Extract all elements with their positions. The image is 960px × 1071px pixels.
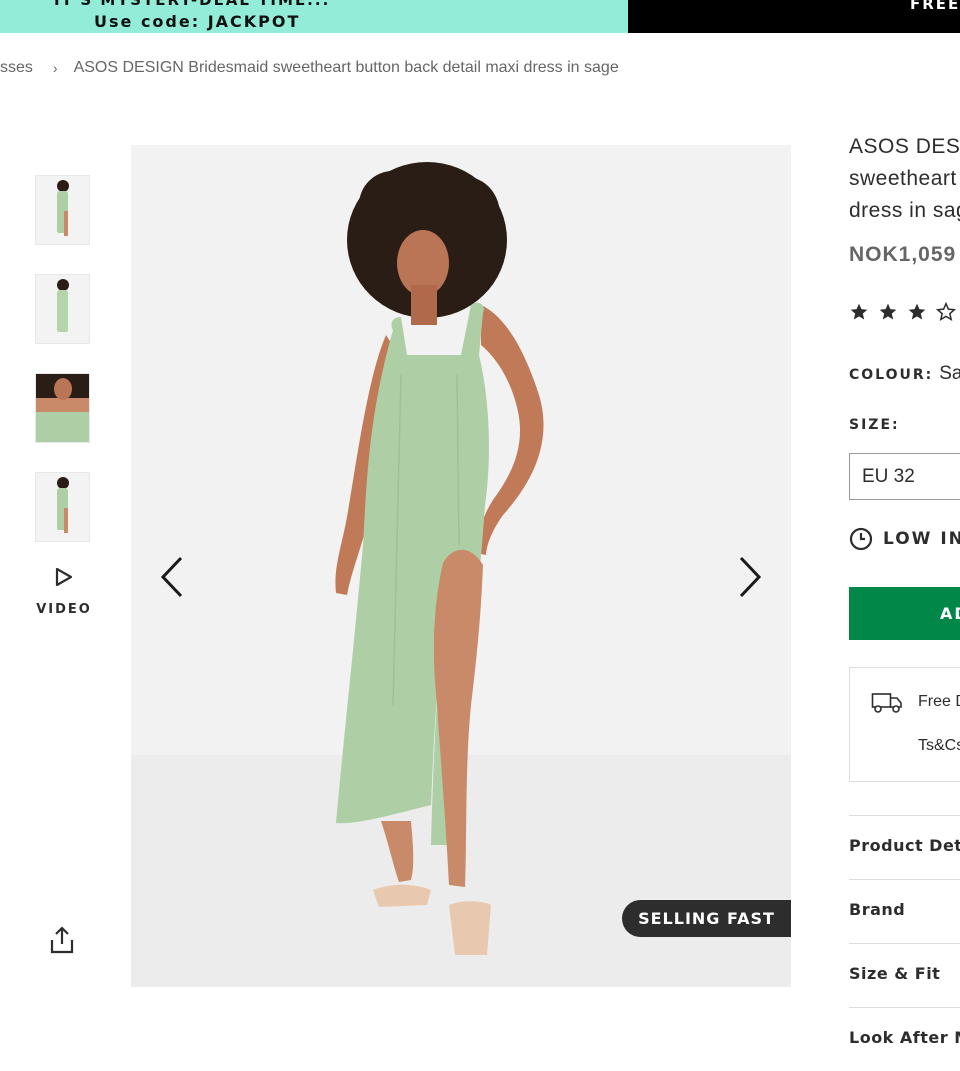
truck-icon — [871, 693, 902, 713]
product-price: NOK1,059 — [849, 243, 957, 266]
chevron-right-icon[interactable] — [735, 555, 765, 599]
product-title-line: ASOS DESI — [849, 135, 960, 158]
clock-icon — [849, 527, 873, 551]
breadcrumb: sses › ASOS DESIGN Bridesmaid sweetheart… — [0, 56, 619, 80]
star-outline-icon — [936, 302, 956, 322]
video-button[interactable]: VIDEO — [36, 566, 92, 626]
low-stock-notice: LOW IN — [849, 527, 960, 551]
star-icon — [850, 303, 868, 320]
star-icon — [908, 303, 926, 320]
product-title-line: sweetheart — [849, 167, 957, 190]
delivery-text: Free D — [918, 693, 960, 710]
share-button[interactable] — [49, 925, 75, 955]
colour-label: COLOUR: — [849, 367, 934, 383]
size-label: SIZE: — [849, 417, 900, 433]
thumbnail-back[interactable] — [36, 275, 89, 343]
main-product-image[interactable]: SELLING FAST — [131, 145, 791, 987]
thumbnail-leg — [64, 508, 68, 533]
promo-headline: IT'S MYSTERY-DEAL TIME... — [54, 0, 331, 9]
thumbnail-dress — [36, 412, 89, 442]
delivery-info-box: Free D Ts&Cs — [849, 667, 960, 782]
selling-fast-badge: SELLING FAST — [622, 900, 791, 937]
breadcrumb-item-current: ASOS DESIGN Bridesmaid sweetheart button… — [73, 59, 619, 76]
product-title: ASOS DESI sweetheart dress in sag — [849, 131, 960, 227]
thumbnail-front[interactable] — [36, 176, 89, 244]
video-label: VIDEO — [36, 602, 92, 617]
product-title-line: dress in sag — [849, 199, 960, 222]
free-delivery-banner[interactable]: FREE — [628, 0, 960, 33]
star-icon — [879, 303, 897, 320]
thumbnail-dress — [57, 290, 68, 332]
thumbnail-closeup[interactable] — [36, 374, 89, 442]
accordion-brand[interactable]: Brand — [849, 879, 960, 943]
delivery-terms-link[interactable]: Ts&Cs — [918, 737, 960, 755]
share-icon — [50, 926, 74, 954]
colour-row: COLOUR: Sag — [849, 363, 960, 385]
thumbnail-face — [54, 378, 72, 400]
promo-banner[interactable]: IT'S MYSTERY-DEAL TIME... Use code: JACK… — [0, 0, 628, 33]
colour-value: Sag — [939, 363, 960, 384]
breadcrumb-separator: › — [52, 60, 58, 76]
thumbnail-side[interactable] — [36, 473, 89, 541]
breadcrumb-item-dresses[interactable]: sses — [0, 59, 33, 77]
play-icon — [55, 567, 73, 587]
rating-stars[interactable] — [849, 302, 956, 322]
accordion-look-after[interactable]: Look After M — [849, 1007, 960, 1071]
thumbnail-leg — [64, 211, 68, 236]
size-select[interactable]: EU 32 — [849, 453, 960, 500]
model-illustration — [335, 162, 544, 955]
chevron-left-icon[interactable] — [157, 555, 187, 599]
add-to-bag-button[interactable]: AD — [849, 587, 960, 640]
accordion-size-fit[interactable]: Size & Fit — [849, 943, 960, 1007]
free-delivery-text: FREE — [910, 0, 960, 13]
low-stock-text: LOW IN — [883, 529, 960, 549]
accordion-product-details[interactable]: Product Deta — [849, 815, 960, 879]
promo-code: Use code: JACKPOT — [94, 12, 301, 31]
